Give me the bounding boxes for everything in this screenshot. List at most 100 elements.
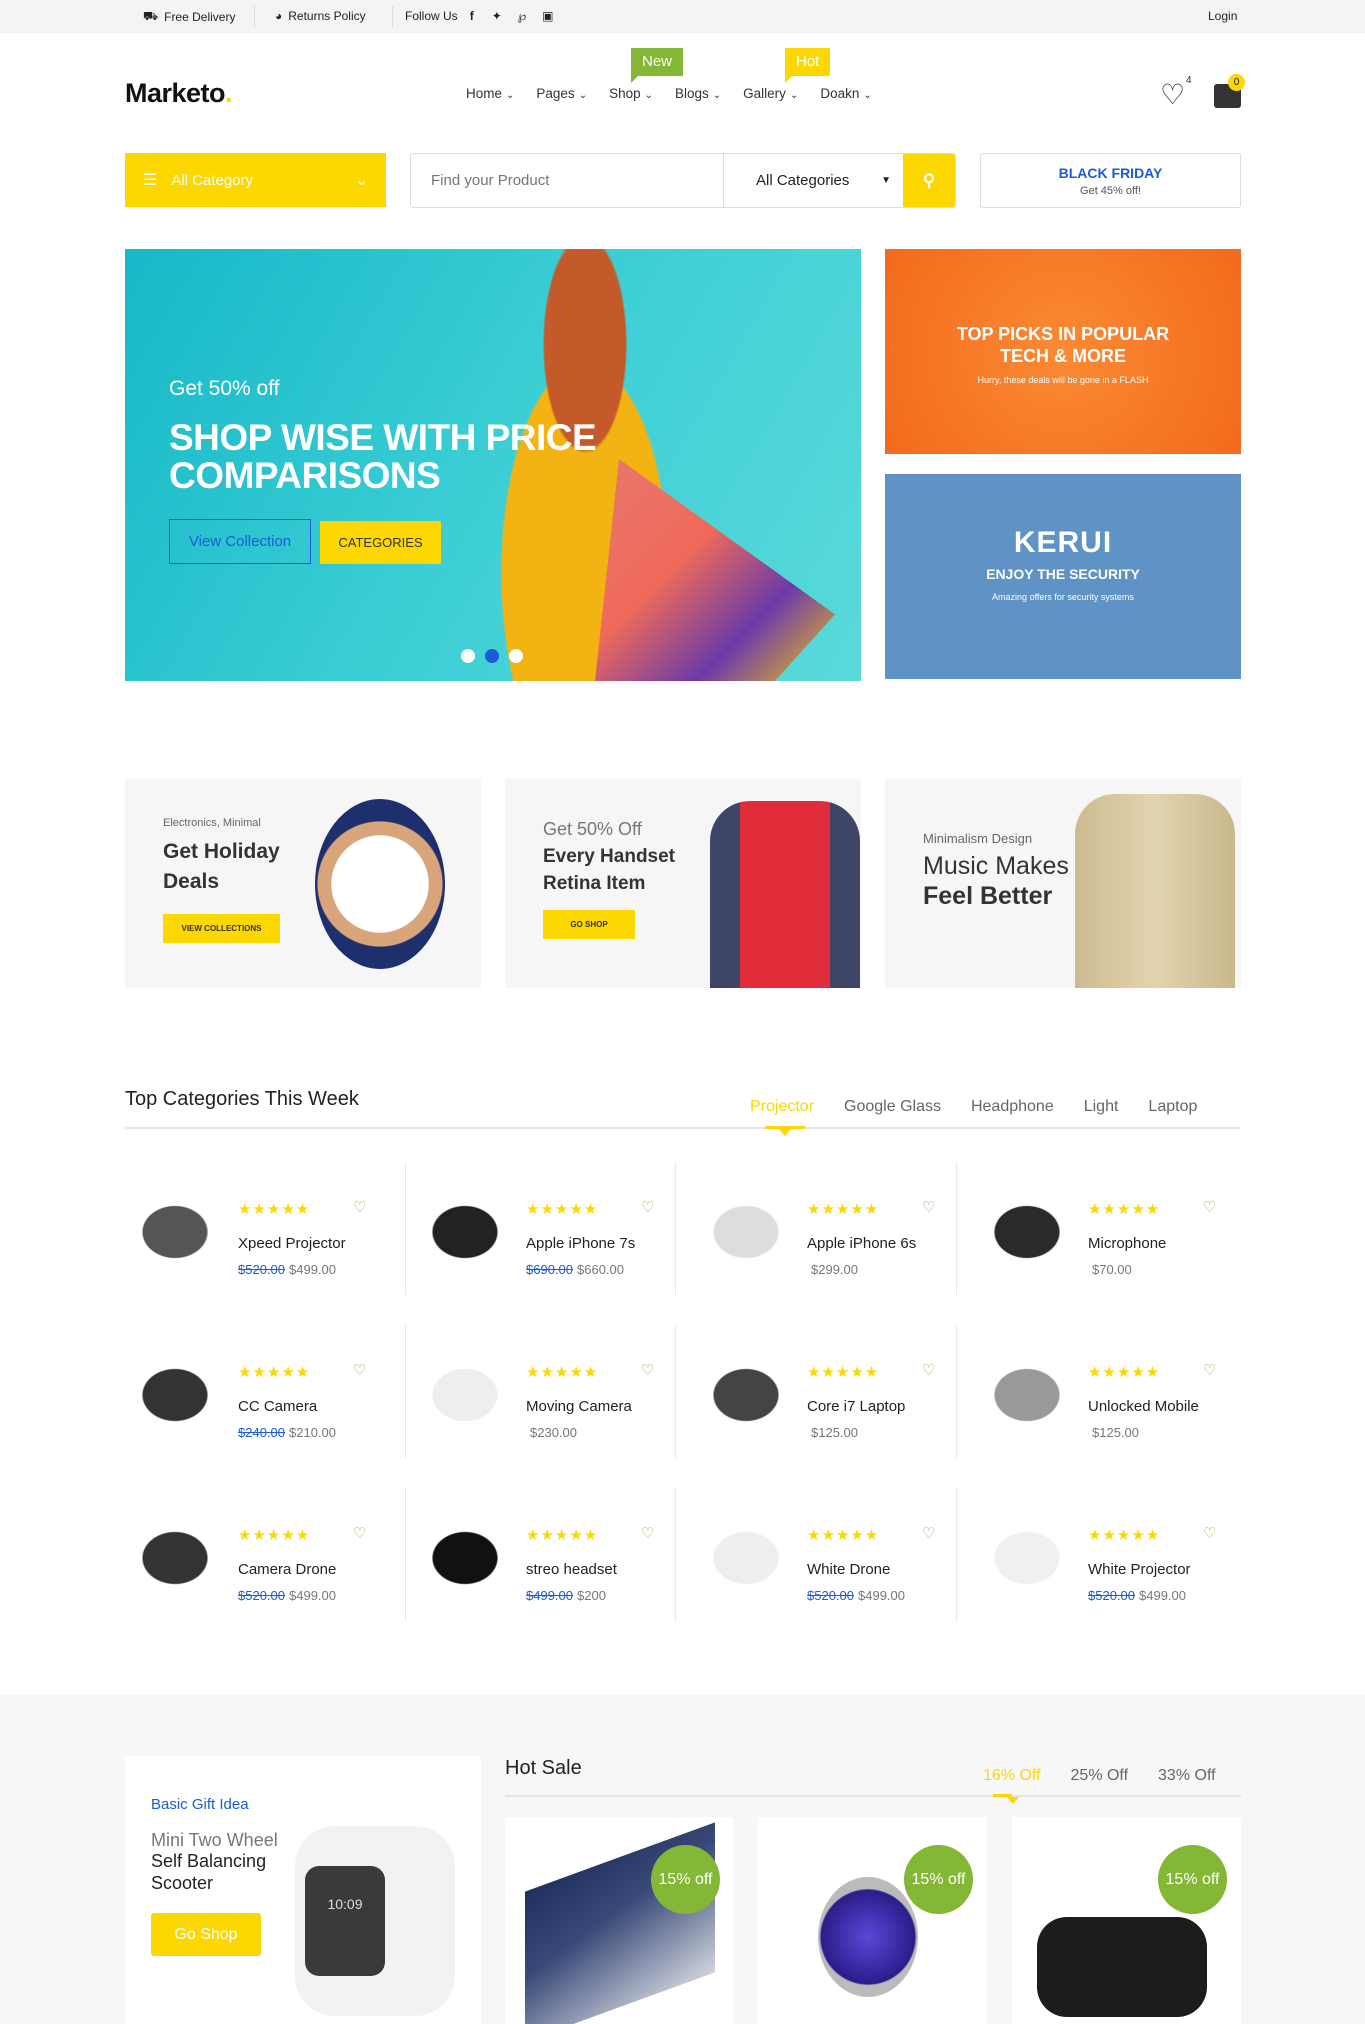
logo[interactable]: Marketo. (125, 78, 233, 109)
product-item[interactable]: ★★★★★ ♡ White Projector $520.00 $499.00 (957, 1488, 1238, 1621)
promo-every-handset[interactable]: Get 50% Off Every Handset Retina Item GO… (505, 779, 861, 988)
tab-16-off[interactable]: 16% Off (983, 1767, 1041, 1785)
all-category-button[interactable]: ☰ All Category ⌄ (125, 153, 386, 207)
search-input[interactable] (411, 154, 723, 207)
wishlist-heart-icon[interactable]: ♡ (353, 1524, 366, 1542)
wishlist-heart-icon[interactable]: ♡ (353, 1361, 366, 1379)
product-name[interactable]: Unlocked Mobile (1088, 1398, 1199, 1415)
product-item[interactable]: ★★★★★ ♡ Unlocked Mobile $125.00 (957, 1325, 1238, 1458)
tab-light[interactable]: Light (1084, 1098, 1119, 1116)
top-picks-banner[interactable]: TOP PICKS IN POPULAR TECH & MORE Hurry, … (885, 249, 1241, 454)
slider-dot-active[interactable] (485, 649, 499, 663)
hero-slider[interactable]: Get 50% off SHOP WISE WITH PRICE COMPARI… (125, 249, 861, 681)
product-name[interactable]: Moving Camera (526, 1398, 632, 1415)
product-image[interactable] (696, 1355, 796, 1435)
nav-home[interactable]: Home ⌄ (466, 86, 514, 101)
product-name[interactable]: Apple iPhone 7s (526, 1235, 635, 1252)
chevron-down-icon: ⌄ (644, 90, 653, 101)
rating-stars-icon: ★★★★★ (526, 1201, 599, 1218)
wishlist-heart-icon[interactable]: ♡ (1160, 78, 1185, 111)
product-name[interactable]: Apple iPhone 6s (807, 1235, 916, 1252)
product-item[interactable]: ★★★★★ ♡ Xpeed Projector $520.00 $499.00 (125, 1162, 406, 1295)
product-name[interactable]: streo headset (526, 1561, 617, 1578)
wishlist-heart-icon[interactable]: ♡ (641, 1361, 654, 1379)
product-image[interactable] (415, 1192, 515, 1272)
wishlist-heart-icon[interactable]: ♡ (1203, 1524, 1216, 1542)
product-image[interactable] (415, 1518, 515, 1598)
wishlist-heart-icon[interactable]: ♡ (922, 1361, 935, 1379)
facebook-icon[interactable]: f (470, 9, 474, 23)
product-name[interactable]: Core i7 Laptop (807, 1398, 905, 1415)
tab-laptop[interactable]: Laptop (1148, 1098, 1197, 1116)
current-price: $499.00 (858, 1588, 905, 1603)
product-name[interactable]: White Drone (807, 1561, 890, 1578)
product-item[interactable]: ★★★★★ ♡ Moving Camera $230.00 (395, 1325, 676, 1458)
wishlist-heart-icon[interactable]: ♡ (922, 1524, 935, 1542)
product-item[interactable]: ★★★★★ ♡ White Drone $520.00 $499.00 (676, 1488, 957, 1621)
product-name[interactable]: White Projector (1088, 1561, 1191, 1578)
tab-25-off[interactable]: 25% Off (1071, 1767, 1129, 1785)
product-item[interactable]: ★★★★★ ♡ Apple iPhone 6s $299.00 (676, 1162, 957, 1295)
go-shop-button[interactable]: GO SHOP (543, 910, 635, 939)
instagram-icon[interactable]: ▣ (542, 9, 553, 23)
wishlist-heart-icon[interactable]: ♡ (1203, 1198, 1216, 1216)
search-button[interactable]: ⚲ (903, 154, 955, 207)
product-image[interactable] (125, 1192, 225, 1272)
product-item[interactable]: ★★★★★ ♡ Apple iPhone 7s $690.00 $660.00 (395, 1162, 676, 1295)
product-image[interactable] (977, 1192, 1077, 1272)
chevron-down-icon: ⌄ (506, 90, 515, 101)
tab-headphone[interactable]: Headphone (971, 1098, 1054, 1116)
product-name[interactable]: Camera Drone (238, 1561, 336, 1578)
category-select[interactable]: All Categories ▼ (723, 154, 903, 207)
twitter-icon[interactable]: ✦ (492, 9, 502, 23)
kerui-banner[interactable]: KERUI ENJOY THE SECURITY Amazing offers … (885, 474, 1241, 679)
wishlist-heart-icon[interactable]: ♡ (922, 1198, 935, 1216)
product-item[interactable]: ★★★★★ ♡ Core i7 Laptop $125.00 (676, 1325, 957, 1458)
black-friday-promo[interactable]: BLACK FRIDAY Get 45% off! (980, 153, 1241, 208)
product-image[interactable] (696, 1518, 796, 1598)
pinterest-icon[interactable]: ℘ (518, 9, 526, 23)
go-shop-button[interactable]: Go Shop (151, 1913, 261, 1956)
product-image[interactable] (415, 1355, 515, 1435)
product-name[interactable]: CC Camera (238, 1398, 317, 1415)
nav-doakn[interactable]: Doakn ⌄ (820, 86, 871, 101)
product-item[interactable]: ★★★★★ ♡ Microphone $70.00 (957, 1162, 1238, 1295)
promo-music-makes[interactable]: Minimalism Design Music Makes Feel Bette… (885, 779, 1241, 988)
hot-sale-card-vr[interactable]: 15% off (1012, 1817, 1241, 2024)
chevron-down-icon: ⌄ (863, 90, 872, 101)
nav-blogs[interactable]: Blogs ⌄ (675, 86, 721, 101)
categories-button[interactable]: CATEGORIES (320, 521, 441, 564)
login-link[interactable]: Login (1208, 9, 1237, 23)
product-image[interactable] (977, 1355, 1077, 1435)
product-image[interactable] (696, 1192, 796, 1272)
wishlist-heart-icon[interactable]: ♡ (353, 1198, 366, 1216)
promo-holiday-deals[interactable]: Electronics, Minimal Get Holiday Deals V… (125, 779, 481, 988)
product-image[interactable] (125, 1355, 225, 1435)
slider-dot[interactable] (509, 649, 523, 663)
product-item[interactable]: ★★★★★ ♡ streo headset $499.00 $200 (395, 1488, 676, 1621)
hot-sale-card-watch[interactable]: 15% off (758, 1817, 987, 2024)
view-collections-button[interactable]: VIEW COLLECTIONS (163, 914, 280, 943)
free-delivery[interactable]: ⛟ Free Delivery (143, 9, 235, 25)
hot-sale-card-laptop[interactable]: 15% off (505, 1817, 734, 2024)
product-price: $520.00 $499.00 (1088, 1588, 1186, 1603)
slider-dot[interactable] (461, 649, 475, 663)
tab-google-glass[interactable]: Google Glass (844, 1098, 941, 1116)
product-item[interactable]: ★★★★★ ♡ CC Camera $240.00 $210.00 (125, 1325, 406, 1458)
nav-gallery[interactable]: Gallery ⌄ (743, 86, 798, 101)
returns-policy[interactable]: ◕ Returns Policy (275, 9, 366, 23)
rating-stars-icon: ★★★★★ (238, 1527, 311, 1544)
product-image[interactable] (977, 1518, 1077, 1598)
product-name[interactable]: Xpeed Projector (238, 1235, 346, 1252)
wishlist-heart-icon[interactable]: ♡ (641, 1198, 654, 1216)
tab-projector[interactable]: Projector (750, 1098, 814, 1116)
nav-shop[interactable]: Shop ⌄ (609, 86, 653, 101)
product-name[interactable]: Microphone (1088, 1235, 1166, 1252)
view-collection-button[interactable]: View Collection (169, 519, 311, 564)
wishlist-heart-icon[interactable]: ♡ (1203, 1361, 1216, 1379)
product-image[interactable] (125, 1518, 225, 1598)
wishlist-heart-icon[interactable]: ♡ (641, 1524, 654, 1542)
nav-pages[interactable]: Pages ⌄ (536, 86, 587, 101)
tab-33-off[interactable]: 33% Off (1158, 1767, 1216, 1785)
product-item[interactable]: ★★★★★ ♡ Camera Drone $520.00 $499.00 (125, 1488, 406, 1621)
